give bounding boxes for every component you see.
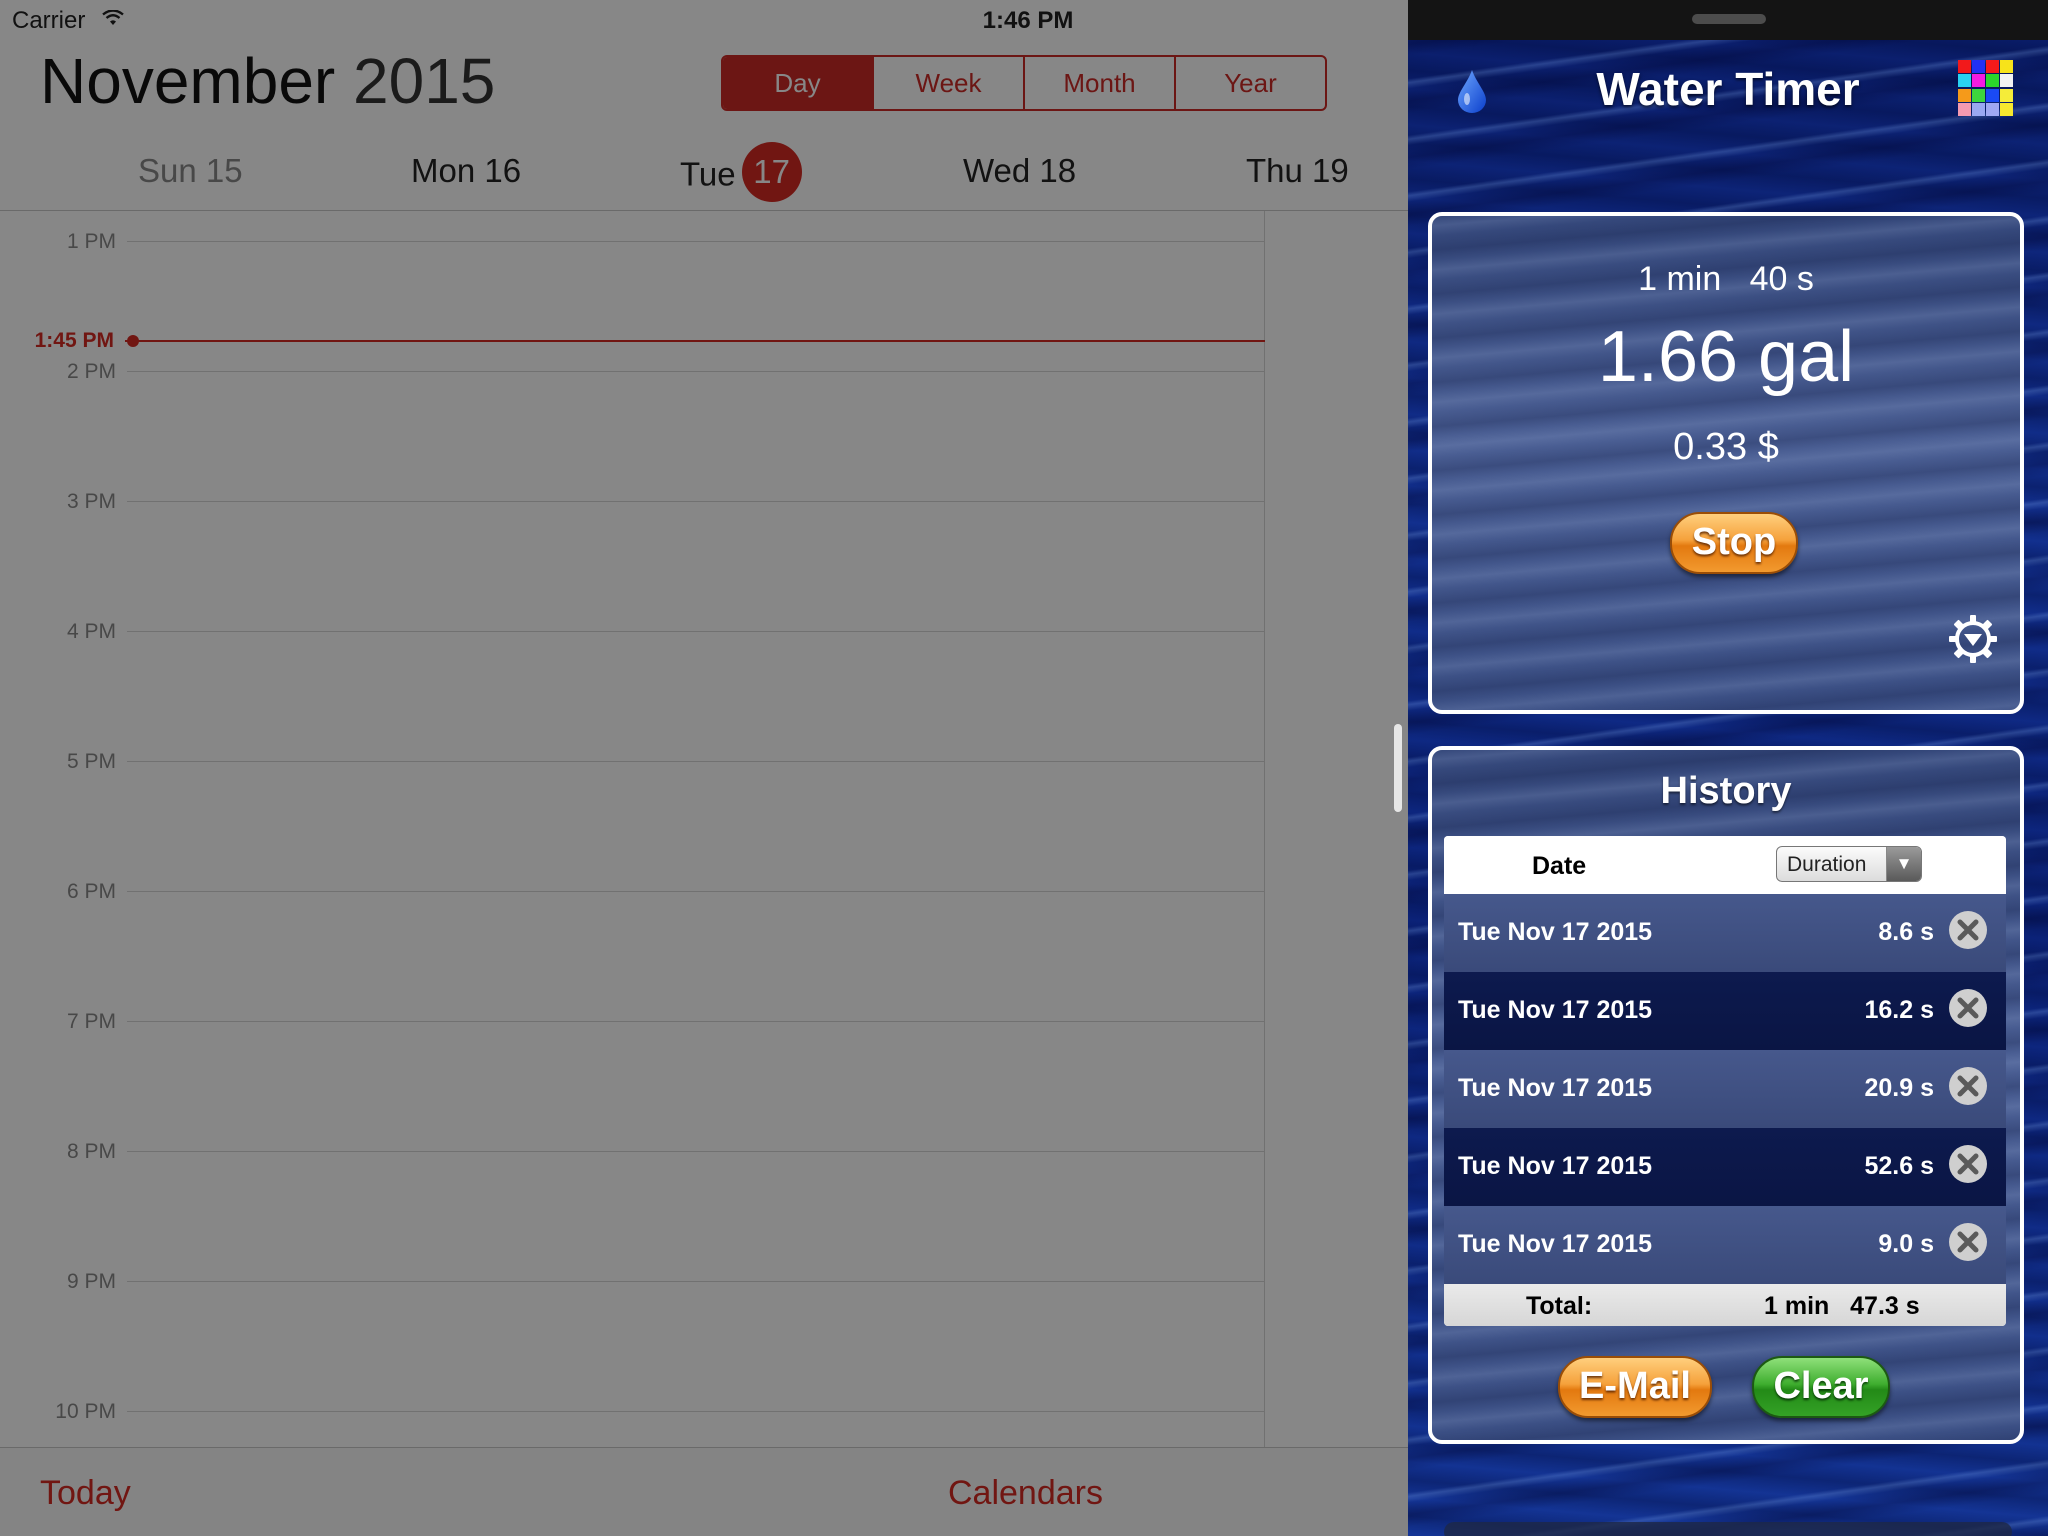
history-row[interactable]: Tue Nov 17 2015 8.6 s (1444, 894, 2006, 972)
clear-button[interactable]: Clear (1752, 1356, 1890, 1418)
total-value: 1 min 47.3 s (1764, 1292, 1920, 1320)
delete-x-icon[interactable] (1948, 910, 1988, 950)
row-duration: 16.2 s (1864, 996, 1934, 1024)
row-duration: 20.9 s (1864, 1074, 1934, 1102)
history-title: History (1660, 770, 1792, 812)
delete-x-icon[interactable] (1948, 1222, 1988, 1262)
history-row[interactable]: Tue Nov 17 2015 16.2 s (1444, 972, 2006, 1050)
history-total-row: Total: 1 min 47.3 s (1444, 1284, 2006, 1326)
history-table-header: Date Duration ▼ (1444, 836, 2006, 894)
dropdown-arrow-icon: ▼ (1886, 847, 1921, 881)
timer-panel: 1 min 40 s 1.66 gal 0.33 $ Stop (1428, 212, 2024, 714)
dim-overlay[interactable] (0, 0, 1408, 1536)
row-duration: 8.6 s (1878, 918, 1934, 946)
app-navbar: Water Timer (1408, 40, 2048, 130)
date-column-header: Date (1532, 852, 1587, 880)
water-volume: 1.66 gal (1597, 317, 1855, 397)
history-row[interactable]: Tue Nov 17 2015 52.6 s (1444, 1128, 2006, 1206)
email-button[interactable]: E-Mail (1558, 1356, 1712, 1418)
elapsed-time: 1 min 40 s (1638, 260, 1814, 298)
status-time: 1:46 PM (982, 7, 1074, 34)
water-timer-app: Water Timer 1 min 40 s 1.66 gal 0.33 $ S… (1408, 0, 2048, 1536)
delete-x-icon[interactable] (1948, 988, 1988, 1028)
delete-x-icon[interactable] (1948, 1066, 1988, 1106)
split-view-divider-handle[interactable] (1394, 724, 1402, 812)
sort-dropdown-value: Duration (1787, 853, 1867, 876)
sort-dropdown[interactable]: Duration ▼ (1776, 846, 1922, 882)
row-date: Tue Nov 17 2015 (1458, 1230, 1653, 1258)
home-indicator (1444, 1522, 2012, 1536)
water-cost: 0.33 $ (1673, 426, 1779, 468)
history-panel: History Date Duration ▼ Tue Nov 17 2015 … (1428, 746, 2024, 1444)
status-bar: Carrier 1:46 PM (0, 0, 2048, 40)
settings-gear-icon[interactable] (1946, 612, 2000, 666)
delete-x-icon[interactable] (1948, 1144, 1988, 1184)
row-date: Tue Nov 17 2015 (1458, 996, 1653, 1024)
color-grid-icon[interactable] (1958, 60, 2014, 116)
row-duration: 52.6 s (1864, 1152, 1934, 1180)
app-title: Water Timer (1596, 63, 1860, 115)
row-date: Tue Nov 17 2015 (1458, 1152, 1653, 1180)
history-row[interactable]: Tue Nov 17 2015 9.0 s (1444, 1206, 2006, 1284)
row-date: Tue Nov 17 2015 (1458, 918, 1653, 946)
row-date: Tue Nov 17 2015 (1458, 1074, 1653, 1102)
stop-button[interactable]: Stop (1670, 512, 1798, 574)
history-row[interactable]: Tue Nov 17 2015 20.9 s (1444, 1050, 2006, 1128)
row-duration: 9.0 s (1878, 1230, 1934, 1258)
total-label: Total: (1526, 1292, 1593, 1320)
history-table: Date Duration ▼ Tue Nov 17 2015 8.6 s Tu… (1444, 836, 2006, 1326)
